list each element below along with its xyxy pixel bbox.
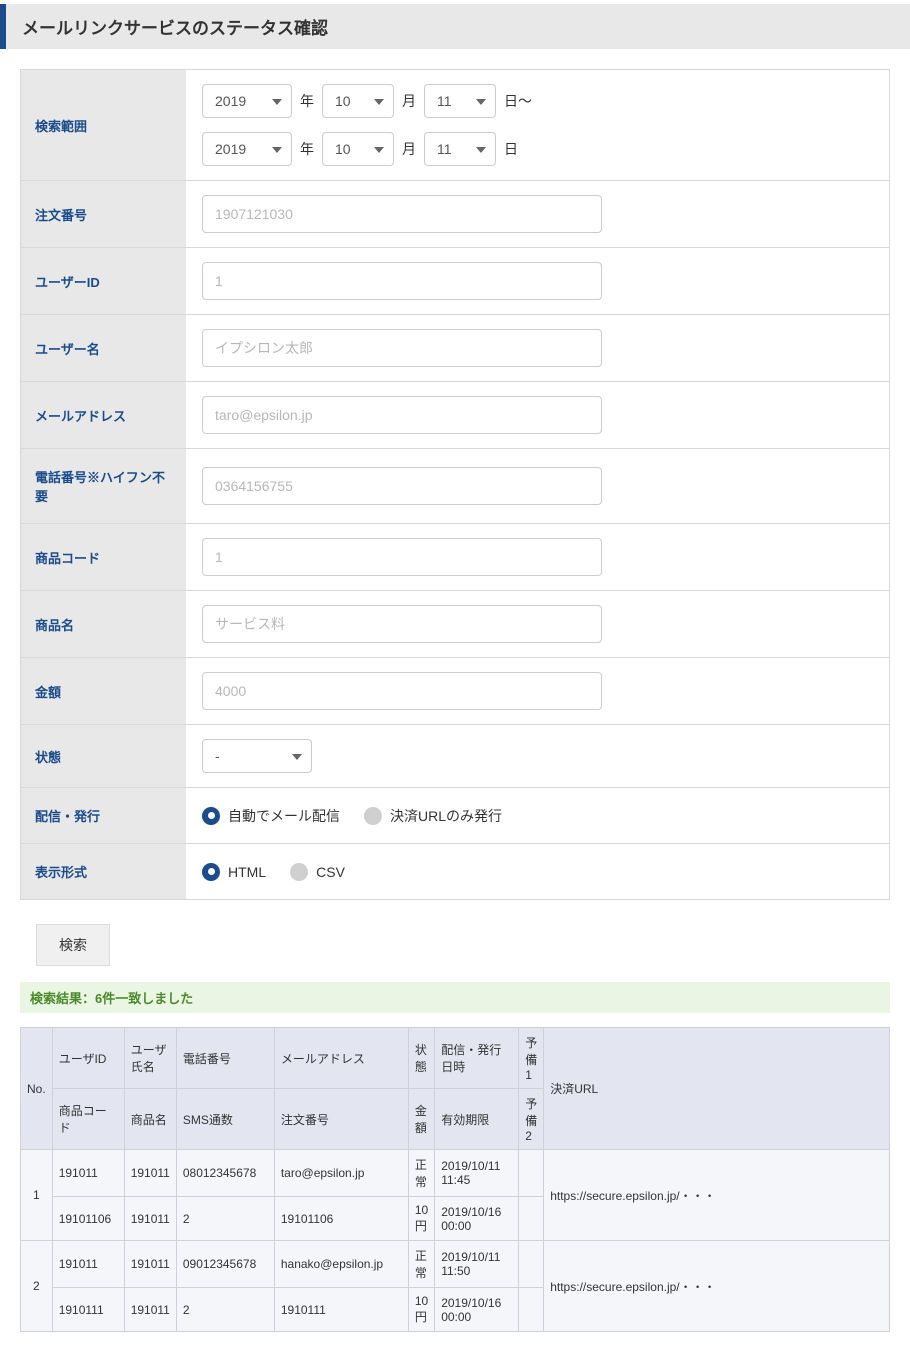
label-product-name: 商品名: [21, 591, 186, 657]
table-row: 1 191011 191011 08012345678 taro@epsilon…: [21, 1150, 890, 1197]
th-product-code: 商品コード: [52, 1089, 124, 1150]
th-phone: 電話番号: [176, 1028, 274, 1089]
label-phone: 電話番号※ハイフン不要: [21, 449, 186, 523]
unit-day-tilde: 日～: [504, 91, 532, 111]
label-user-id: ユーザーID: [21, 248, 186, 314]
th-order-no: 注文番号: [274, 1089, 408, 1150]
to-year-select[interactable]: 2019: [202, 132, 292, 166]
page-header: メールリンクサービスのステータス確認: [0, 4, 910, 49]
delivery-radio-auto[interactable]: 自動でメール配信: [202, 806, 340, 826]
label-email: メールアドレス: [21, 382, 186, 448]
from-day-select[interactable]: 11: [424, 84, 496, 118]
th-expiry: 有効期限: [435, 1089, 519, 1150]
email-input[interactable]: [202, 396, 602, 434]
label-status: 状態: [21, 725, 186, 787]
user-name-input[interactable]: [202, 329, 602, 367]
product-code-input[interactable]: [202, 538, 602, 576]
to-month-select[interactable]: 10: [322, 132, 394, 166]
unit-year: 年: [300, 91, 314, 111]
search-form: 検索範囲 2019 年 10 月 11 日～ 2019 年 10 月 11 日 …: [20, 69, 890, 900]
result-table: No. ユーザID ユーザ氏名 電話番号 メールアドレス 状態 配信・発行日時 …: [20, 1027, 890, 1332]
from-month-select[interactable]: 10: [322, 84, 394, 118]
th-user-name: ユーザ氏名: [124, 1028, 176, 1089]
user-id-input[interactable]: [202, 262, 602, 300]
result-message: 検索結果：6件一致しました: [20, 982, 890, 1013]
label-product-code: 商品コード: [21, 524, 186, 590]
delivery-radio-url-only[interactable]: 決済URLのみ発行: [364, 806, 502, 826]
table-row: 2 191011 191011 09012345678 hanako@epsil…: [21, 1241, 890, 1288]
product-name-input[interactable]: [202, 605, 602, 643]
order-no-input[interactable]: [202, 195, 602, 233]
phone-input[interactable]: [202, 467, 602, 505]
amount-input[interactable]: [202, 672, 602, 710]
url-cell[interactable]: https://secure.epsilon.jp/・・・: [544, 1241, 890, 1332]
th-product-name: 商品名: [124, 1089, 176, 1150]
radio-icon: [202, 807, 220, 825]
label-delivery: 配信・発行: [21, 788, 186, 843]
th-status: 状態: [408, 1028, 434, 1089]
label-order-no: 注文番号: [21, 181, 186, 247]
th-amount: 金額: [408, 1089, 434, 1150]
label-format: 表示形式: [21, 844, 186, 899]
unit-month: 月: [402, 91, 416, 111]
label-user-name: ユーザー名: [21, 315, 186, 381]
search-button[interactable]: 検索: [36, 924, 110, 966]
url-cell[interactable]: https://secure.epsilon.jp/・・・: [544, 1150, 890, 1241]
date-from-line: 2019 年 10 月 11 日～: [202, 84, 532, 118]
radio-icon: [364, 807, 382, 825]
th-sms-count: SMS通数: [176, 1089, 274, 1150]
label-amount: 金額: [21, 658, 186, 724]
from-year-select[interactable]: 2019: [202, 84, 292, 118]
format-radio-html[interactable]: HTML: [202, 863, 266, 881]
th-no: No.: [21, 1028, 53, 1150]
th-user-id: ユーザID: [52, 1028, 124, 1089]
to-day-select[interactable]: 11: [424, 132, 496, 166]
date-to-line: 2019 年 10 月 11 日: [202, 132, 518, 166]
th-yobi2: 予備2: [519, 1089, 544, 1150]
label-search-range: 検索範囲: [21, 70, 186, 180]
page-title: メールリンクサービスのステータス確認: [22, 14, 894, 39]
radio-icon: [290, 863, 308, 881]
th-send-date: 配信・発行日時: [435, 1028, 519, 1089]
status-select[interactable]: -: [202, 739, 312, 773]
th-url: 決済URL: [544, 1028, 890, 1150]
format-radio-csv[interactable]: CSV: [290, 863, 345, 881]
th-email: メールアドレス: [274, 1028, 408, 1089]
radio-icon: [202, 863, 220, 881]
th-yobi1: 予備1: [519, 1028, 544, 1089]
